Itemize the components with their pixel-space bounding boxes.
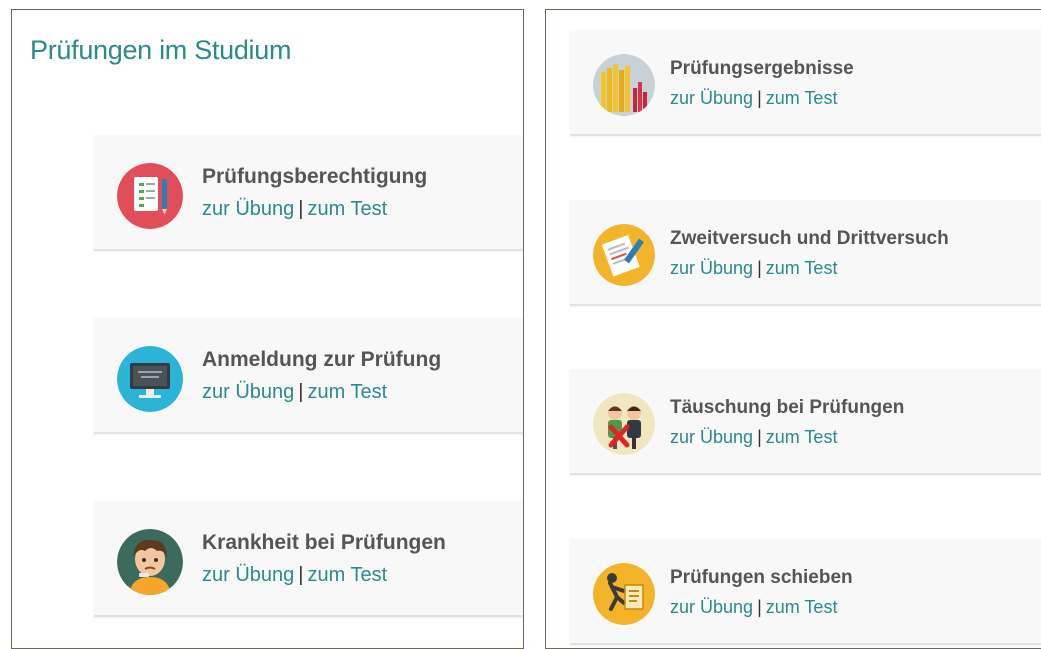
link-separator: | <box>757 88 762 108</box>
card-links: zur Übung | zum Test <box>670 427 837 448</box>
card-anmeldung-zur-pruefung: Anmeldung zur Prüfung zur Übung | zum Test <box>94 318 523 434</box>
card-links: zur Übung | zum Test <box>670 597 837 618</box>
card-title: Anmeldung zur Prüfung <box>202 348 442 371</box>
practice-link[interactable]: zur Übung <box>202 564 294 586</box>
card-pruefungsberechtigung: Prüfungsberechtigung zur Übung | zum Test <box>94 135 523 251</box>
card-links: zur Übung | zum Test <box>670 258 837 279</box>
card-title: Zweitversuch und Drittversuch <box>670 228 949 249</box>
page-title: Prüfungen im Studium <box>30 35 292 65</box>
card-links: zur Übung | zum Test <box>202 564 387 587</box>
left-panel: Prüfungen im Studium Prüfungsberechtigun… <box>11 9 524 649</box>
card-title: Prüfungsberechtigung <box>202 165 428 188</box>
results-chart-icon <box>593 54 655 116</box>
practice-link[interactable]: zur Übung <box>202 198 294 220</box>
test-link[interactable]: zum Test <box>766 258 838 278</box>
practice-link[interactable]: zur Übung <box>670 597 753 617</box>
practice-link[interactable]: zur Übung <box>670 88 753 108</box>
card-zweitversuch-und-drittversuch: Zweitversuch und Drittversuch zur Übung |… <box>570 200 1041 306</box>
link-separator: | <box>298 198 304 220</box>
card-taeuschung-bei-pruefungen: Täuschung bei Prüfungen zur Übung | zum Te… <box>570 369 1041 475</box>
test-link[interactable]: zum Test <box>307 381 387 403</box>
test-link[interactable]: zum Test <box>307 198 387 220</box>
practice-link[interactable]: zur Übung <box>202 381 294 403</box>
card-title: Täuschung bei Prüfungen <box>670 397 905 418</box>
link-separator: | <box>298 564 304 586</box>
link-separator: | <box>757 258 762 278</box>
right-panel: Prüfungsergebnisse zur Übung | zum Test Zw… <box>545 9 1041 649</box>
card-links: zur Übung | zum Test <box>670 88 837 109</box>
cheating-students-icon <box>593 393 655 455</box>
test-link[interactable]: zum Test <box>766 88 838 108</box>
card-title: Prüfungen schieben <box>670 567 853 588</box>
monitor-icon <box>117 346 183 412</box>
link-separator: | <box>298 381 304 403</box>
link-separator: | <box>757 427 762 447</box>
card-title: Krankheit bei Prüfungen <box>202 531 446 554</box>
test-link[interactable]: zum Test <box>766 597 838 617</box>
card-pruefungen-schieben: Prüfungen schieben zur Übung | zum Test <box>570 539 1041 645</box>
sick-student-icon <box>117 529 183 595</box>
link-separator: | <box>757 597 762 617</box>
test-link[interactable]: zum Test <box>307 564 387 586</box>
practice-link[interactable]: zur Übung <box>670 258 753 278</box>
test-link[interactable]: zum Test <box>766 427 838 447</box>
practice-link[interactable]: zur Übung <box>670 427 753 447</box>
postpone-exam-icon <box>593 563 655 625</box>
card-krankheit-bei-pruefungen: Krankheit bei Prüfungen zur Übung | zum Te… <box>94 501 523 617</box>
document-pen-icon <box>593 224 655 286</box>
card-links: zur Übung | zum Test <box>202 198 387 221</box>
card-title: Prüfungsergebnisse <box>670 58 854 79</box>
checklist-pencil-icon <box>117 163 183 229</box>
card-pruefungsergebnisse: Prüfungsergebnisse zur Übung | zum Test <box>570 30 1041 136</box>
card-links: zur Übung | zum Test <box>202 381 387 404</box>
